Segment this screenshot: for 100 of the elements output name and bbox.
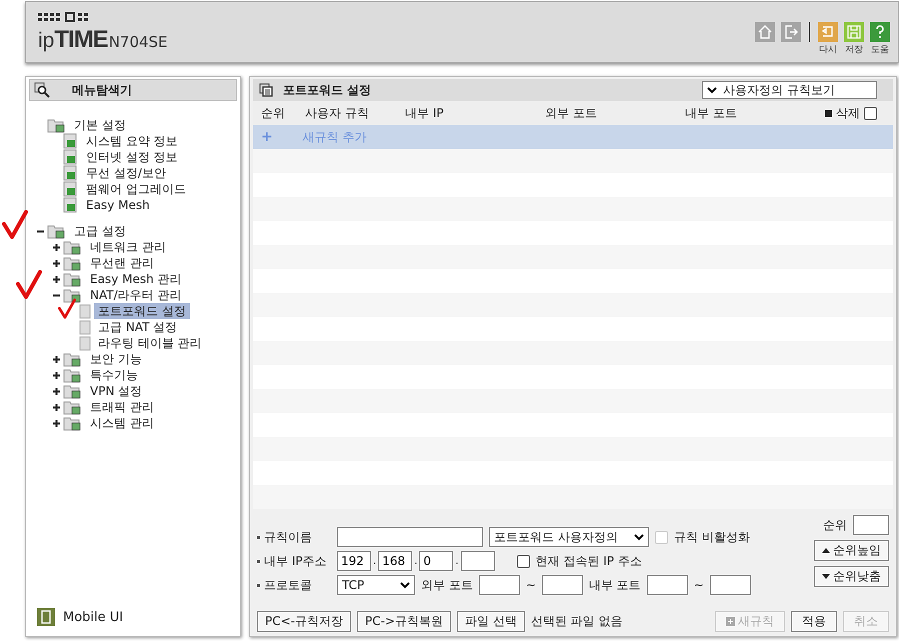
ip-dot: .	[455, 556, 459, 566]
page-icon	[63, 149, 79, 165]
caret-icon	[400, 581, 410, 589]
move-up-button[interactable]: 순위높임	[814, 540, 889, 561]
tree-item[interactable]: VPN 설정	[86, 383, 146, 399]
field-label: 순위	[823, 516, 847, 534]
protocol-dropdown[interactable]: TCP	[337, 575, 415, 595]
ip-octet-field[interactable]: 0	[419, 551, 454, 571]
field-label: 내부 IP주소	[257, 552, 331, 570]
tree-item[interactable]: 고급 NAT 설정	[94, 319, 182, 335]
minus-icon	[825, 110, 832, 116]
tree-item[interactable]: NAT/라우터 관리	[86, 287, 186, 303]
ip-octet-field[interactable]: 168	[378, 551, 412, 571]
tree-item[interactable]: 포트포워드 설정	[94, 303, 190, 319]
port-field[interactable]	[542, 575, 583, 595]
tree-item[interactable]: 시스템 요약 정보	[82, 133, 182, 149]
tree-item[interactable]: 라우팅 테이블 관리	[94, 335, 206, 351]
current-ip-checkbox[interactable]	[516, 554, 530, 568]
plus-icon[interactable]	[52, 404, 60, 411]
brand-logo: ipTIME	[38, 26, 108, 54]
caret-icon	[707, 86, 717, 94]
port-field[interactable]	[646, 575, 688, 595]
order-field[interactable]	[853, 515, 889, 535]
folder-icon	[63, 383, 83, 399]
folder-icon	[63, 255, 83, 271]
triangle-down-icon	[822, 574, 830, 579]
plus-icon[interactable]	[52, 276, 60, 283]
page-icon	[63, 181, 79, 197]
column-header: 순위	[261, 104, 286, 122]
tree-item[interactable]: 고급 설정	[70, 223, 130, 239]
mobile-ui-link[interactable]: Mobile UI	[63, 610, 124, 624]
folder-icon	[63, 415, 83, 431]
check-mark-drawing	[2, 210, 28, 240]
action-button[interactable]: 파일 선택	[457, 611, 525, 632]
column-header: 사용자 규칙	[305, 104, 370, 122]
tree-item[interactable]: 시스템 관리	[86, 415, 158, 431]
tree-item[interactable]: 기본 설정	[70, 117, 130, 133]
ip-octet-field[interactable]	[460, 551, 495, 571]
model-name: N704SE	[108, 33, 168, 51]
column-header: 내부 포트	[685, 104, 738, 122]
plus-icon[interactable]	[52, 388, 60, 395]
tree-item[interactable]: 무선 설정/보안	[82, 165, 170, 181]
ip-dot: .	[414, 556, 418, 566]
plus-icon[interactable]	[52, 372, 60, 379]
column-header: 내부 IP	[405, 104, 445, 122]
plus-icon[interactable]	[52, 420, 60, 427]
port-field[interactable]	[478, 575, 520, 595]
folder-icon	[63, 287, 83, 303]
action-button[interactable]: 적용	[791, 611, 837, 632]
select-all-checkbox[interactable]	[864, 106, 877, 120]
view-dropdown[interactable]: 사용자정의 규칙보기	[702, 81, 877, 99]
move-down-button[interactable]: 순위낮춤	[814, 566, 889, 587]
tree-item[interactable]: 네트워크 관리	[86, 239, 170, 255]
plus-icon[interactable]	[52, 356, 60, 363]
tree-item[interactable]: 트래픽 관리	[86, 399, 158, 415]
page-icon	[63, 197, 79, 213]
file-status: 선택된 파일 없음	[530, 613, 622, 630]
panel-title: 포트포워드 설정	[283, 82, 372, 98]
tree-item[interactable]: Easy Mesh 관리	[86, 271, 186, 287]
minus-icon[interactable]	[36, 228, 44, 235]
port-field[interactable]	[710, 575, 751, 595]
range-separator: ~	[694, 578, 704, 592]
page-icon	[79, 336, 91, 350]
folder-icon	[47, 117, 67, 133]
folder-icon	[63, 367, 83, 383]
field-label: 프로토콜	[257, 576, 331, 594]
field-label: 외부 포트	[421, 576, 473, 594]
folder-icon	[63, 351, 83, 367]
page-icon	[79, 304, 91, 318]
minus-icon[interactable]	[52, 292, 60, 299]
tree-item[interactable]: 특수기능	[86, 367, 142, 383]
folder-icon	[63, 399, 83, 415]
window-icon	[259, 83, 273, 97]
folder-icon	[63, 239, 83, 255]
action-button[interactable]: PC->규칙복원	[357, 611, 451, 632]
plus-icon[interactable]	[52, 260, 60, 267]
folder-icon	[47, 223, 67, 239]
column-header: 외부 포트	[545, 104, 598, 122]
caret-icon	[634, 533, 644, 541]
sidebar-title: 메뉴탐색기	[72, 82, 132, 98]
logo-dots-icon	[38, 12, 88, 22]
range-separator: ~	[526, 578, 536, 592]
tree-item[interactable]: 펌웨어 업그레이드	[82, 181, 190, 197]
page-icon	[63, 133, 79, 149]
rule-type-dropdown[interactable]: 포트포워드 사용자정의	[489, 527, 649, 547]
ip-octet-field[interactable]: 192	[337, 551, 371, 571]
action-button[interactable]: PC<-규칙저장	[257, 611, 351, 632]
tree-item[interactable]: 보안 기능	[86, 351, 146, 367]
tree-item[interactable]: 무선랜 관리	[86, 255, 158, 271]
phone-icon	[37, 608, 55, 626]
triangle-up-icon	[822, 548, 830, 553]
tree-item[interactable]: 인터넷 설정 정보	[82, 149, 182, 165]
field-label: 내부 포트	[588, 576, 641, 594]
column-header: 삭제	[836, 104, 860, 122]
tree-item[interactable]: Easy Mesh	[82, 197, 154, 213]
field-label: 규칙이름	[257, 528, 331, 546]
folder-icon	[63, 271, 83, 287]
plus-icon[interactable]	[52, 244, 60, 251]
rule-name-field[interactable]	[337, 527, 483, 547]
checkbox-label: 현재 접속된 IP 주소	[536, 552, 642, 570]
